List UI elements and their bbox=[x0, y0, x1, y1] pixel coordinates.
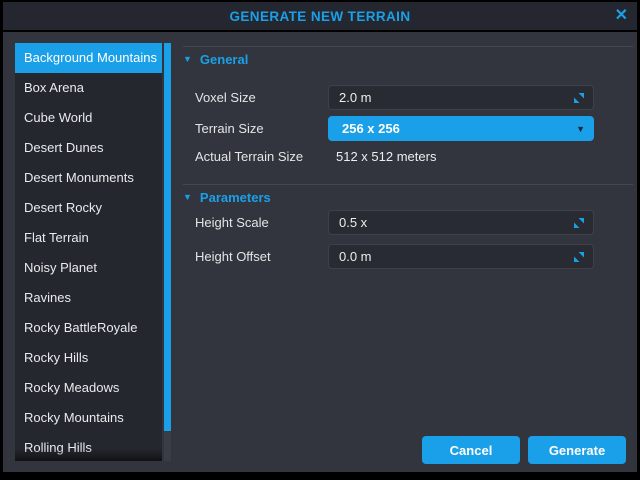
drag-resize-icon bbox=[573, 92, 585, 104]
field-label-voxel-size: Voxel Size bbox=[195, 85, 256, 110]
section-label: General bbox=[200, 52, 248, 67]
terrain-size-dropdown[interactable]: 256 x 256 ▼ bbox=[328, 116, 594, 141]
dialog-body: Background MountainsBox ArenaCube WorldD… bbox=[3, 32, 637, 472]
cancel-button[interactable]: Cancel bbox=[422, 436, 520, 464]
voxel-size-input[interactable]: 2.0 m bbox=[328, 85, 594, 110]
height-offset-input[interactable]: 0.0 m bbox=[328, 244, 594, 269]
field-label-height-scale: Height Scale bbox=[195, 210, 269, 235]
chevron-down-icon: ▼ bbox=[183, 193, 192, 202]
dialog-frame: GENERATE NEW TERRAIN ✕ Background Mounta… bbox=[0, 0, 640, 480]
chevron-down-icon: ▼ bbox=[576, 124, 585, 134]
title-bar: GENERATE NEW TERRAIN ✕ bbox=[3, 2, 637, 32]
height-scale-input[interactable]: 0.5 x bbox=[328, 210, 594, 235]
drag-resize-icon bbox=[573, 217, 585, 229]
field-label-terrain-size: Terrain Size bbox=[195, 116, 264, 141]
section-divider bbox=[183, 46, 633, 47]
chevron-down-icon: ▼ bbox=[183, 55, 192, 64]
section-header-parameters[interactable]: ▼ Parameters bbox=[183, 189, 271, 205]
actual-terrain-size-value: 512 x 512 meters bbox=[336, 144, 436, 169]
close-icon[interactable]: ✕ bbox=[615, 8, 628, 24]
dialog-footer: Cancel Generate bbox=[422, 436, 626, 464]
generate-button[interactable]: Generate bbox=[528, 436, 626, 464]
section-divider bbox=[183, 184, 633, 185]
field-label-height-offset: Height Offset bbox=[195, 244, 271, 269]
settings-panel: ▼ General Voxel Size 2.0 m Terrain Size … bbox=[3, 32, 637, 472]
generate-terrain-dialog: GENERATE NEW TERRAIN ✕ Background Mounta… bbox=[3, 2, 637, 472]
field-label-actual-terrain-size: Actual Terrain Size bbox=[195, 144, 303, 169]
section-header-general[interactable]: ▼ General bbox=[183, 51, 248, 67]
drag-resize-icon bbox=[573, 251, 585, 263]
section-label: Parameters bbox=[200, 190, 271, 205]
dialog-title: GENERATE NEW TERRAIN bbox=[229, 9, 410, 24]
